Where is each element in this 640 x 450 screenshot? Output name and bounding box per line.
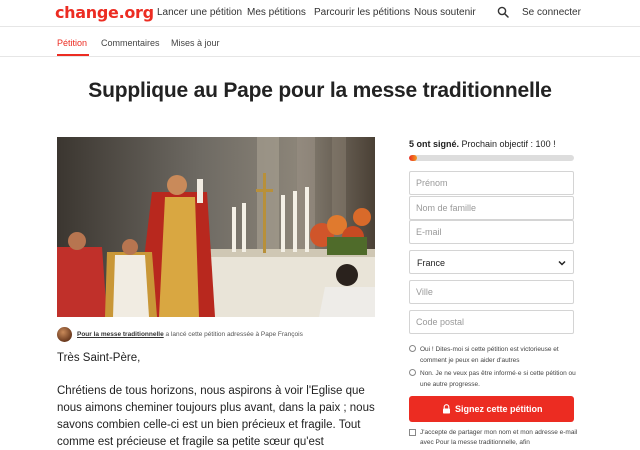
petition-title: Supplique au Pape pour la messe traditio… bbox=[88, 79, 552, 102]
nav-browse-petitions[interactable]: Parcourir les pétitions bbox=[314, 7, 410, 18]
signature-progress-bar bbox=[409, 155, 574, 161]
petition-body-text: Chrétiens de tous horizons, nous aspiron… bbox=[57, 385, 375, 448]
top-navigation: change.org Lancer une pétition Mes pétit… bbox=[0, 0, 640, 27]
postal-code-field[interactable] bbox=[409, 310, 574, 334]
tab-updates[interactable]: Mises à jour bbox=[171, 38, 220, 48]
author-description: a lancé cette pétition adressée à Pape F… bbox=[163, 331, 303, 338]
signature-count-number: 5 ont signé. bbox=[409, 139, 460, 149]
consent-checkbox[interactable] bbox=[409, 429, 416, 436]
consent-label[interactable]: J'accepte de partager mon nom et mon adr… bbox=[420, 428, 580, 448]
country-select[interactable]: France bbox=[409, 250, 574, 274]
signature-goal: Prochain objectif : 100 ! bbox=[459, 139, 556, 149]
sign-petition-label[interactable]: Signez cette pétition bbox=[455, 404, 543, 414]
tab-petition[interactable]: Pétition bbox=[57, 38, 87, 48]
nav-support-us[interactable]: Nous soutenir bbox=[414, 7, 476, 18]
city-field[interactable] bbox=[409, 280, 574, 304]
lock-icon bbox=[443, 404, 450, 414]
nav-start-petition[interactable]: Lancer une pétition bbox=[157, 7, 242, 18]
signature-progress-fill bbox=[409, 155, 418, 161]
chevron-down-icon bbox=[558, 260, 566, 266]
active-tab-indicator bbox=[57, 54, 89, 56]
signature-count: 5 ont signé. Prochain objectif : 100 ! bbox=[409, 139, 556, 149]
first-name-field[interactable] bbox=[409, 171, 574, 195]
mass-scene-illustration bbox=[57, 137, 375, 317]
petition-author-line: Pour la messe traditionnelle a lancé cet… bbox=[57, 327, 377, 343]
notify-yes-label[interactable]: Oui ! Dites-moi si cette pétition est vi… bbox=[420, 344, 578, 366]
petition-salutation: Très Saint-Père, bbox=[57, 352, 141, 364]
author-text: Pour la messe traditionnelle a lancé cet… bbox=[77, 331, 303, 338]
notify-no-radio[interactable] bbox=[409, 369, 416, 376]
last-name-field[interactable] bbox=[409, 196, 574, 220]
nav-my-petitions[interactable]: Mes pétitions bbox=[247, 7, 306, 18]
notify-yes-radio[interactable] bbox=[409, 345, 416, 352]
petition-tabs: Pétition Commentaires Mises à jour bbox=[0, 27, 640, 57]
avatar[interactable] bbox=[57, 327, 72, 342]
email-field[interactable] bbox=[409, 220, 574, 244]
petition-image bbox=[57, 137, 375, 317]
tab-comments[interactable]: Commentaires bbox=[101, 38, 160, 48]
search-icon[interactable] bbox=[497, 6, 509, 18]
change-org-logo[interactable]: change.org bbox=[55, 3, 154, 22]
author-link[interactable]: Pour la messe traditionnelle bbox=[77, 331, 164, 338]
notify-no-label[interactable]: Non. Je ne veux pas être informé·e si ce… bbox=[420, 368, 578, 390]
country-select-value: France bbox=[417, 258, 446, 268]
login-link[interactable]: Se connecter bbox=[522, 7, 581, 18]
